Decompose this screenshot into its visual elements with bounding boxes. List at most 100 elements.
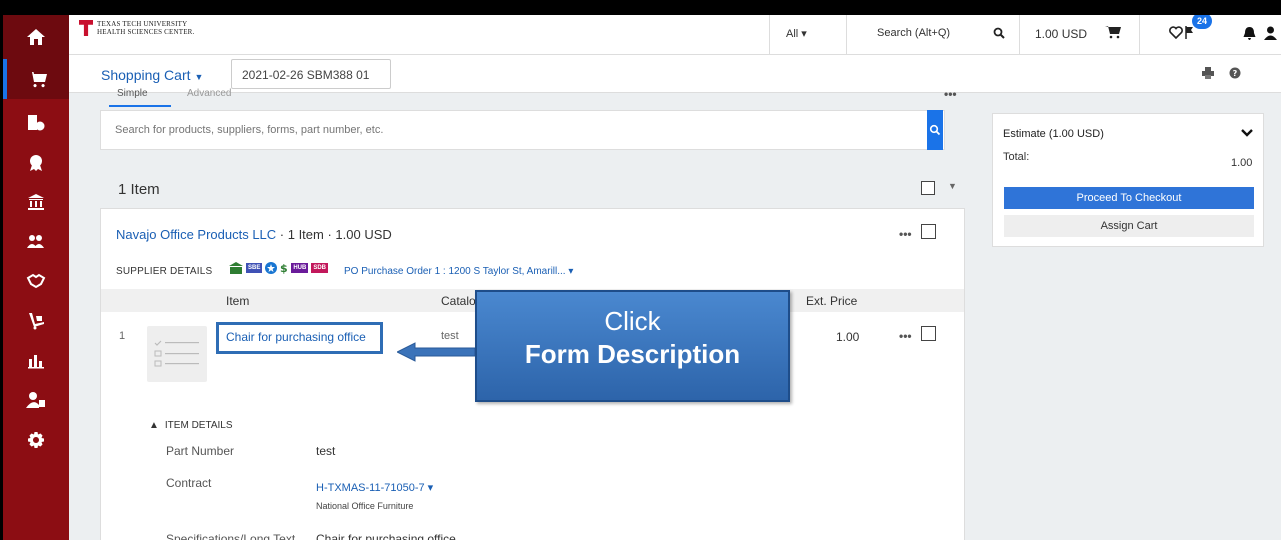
tab-simple[interactable]: Simple	[117, 88, 148, 99]
divider	[769, 15, 770, 55]
search-mode-tabs: Simple Advanced •••	[99, 87, 961, 109]
supplier-actions-icon[interactable]: •••	[899, 227, 912, 241]
setup-nav-item[interactable]	[3, 420, 69, 460]
supplier-header: Navajo Office Products LLC · 1 Item · 1.…	[116, 227, 392, 242]
app-canvas: TEXAS TECH UNIVERSITY HEALTH SCIENCES CE…	[3, 15, 1281, 540]
help-icon[interactable]: ?	[1229, 67, 1241, 79]
heart-icon[interactable]	[1169, 26, 1183, 39]
contracts-nav-item[interactable]	[3, 143, 69, 183]
home-nav-item[interactable]	[3, 15, 69, 59]
ext-price-value: 1.00	[836, 330, 860, 344]
people-group-icon	[27, 235, 44, 248]
cart-total[interactable]: 1.00 USD	[1035, 27, 1087, 41]
receiving-nav-item[interactable]	[3, 301, 69, 341]
line-select-checkbox[interactable]	[921, 326, 936, 341]
accounts-payable-nav-item[interactable]	[3, 182, 69, 222]
proceed-to-checkout-button[interactable]: Proceed To Checkout	[1004, 187, 1254, 209]
cart-icon	[29, 72, 47, 88]
active-tab-indicator	[109, 105, 171, 107]
tab-advanced[interactable]: Advanced	[187, 88, 231, 99]
catalog-value: test	[441, 330, 459, 342]
part-number-value: test	[316, 444, 336, 458]
column-header-ext-price: Ext. Price	[806, 294, 858, 308]
top-bar: TEXAS TECH UNIVERSITY HEALTH SCIENCES CE…	[69, 15, 1281, 55]
select-all-checkbox[interactable]	[921, 181, 935, 195]
divider	[1139, 15, 1140, 55]
spec-value: Chair for purchasing office	[316, 532, 456, 540]
contract-link[interactable]: H-TXMAS-11-71050-7 ▾	[316, 481, 433, 494]
item-details-toggle[interactable]: ▲ ITEM DETAILS	[149, 420, 233, 431]
notification-count-badge[interactable]: 24	[1192, 15, 1213, 29]
page-title: Shopping Cart	[101, 67, 191, 83]
line-actions-icon[interactable]: •••	[899, 329, 912, 343]
supplier-details-label: SUPPLIER DETAILS	[116, 266, 213, 277]
star-badge-icon	[265, 262, 278, 274]
sdb-badge: SDB	[311, 263, 329, 273]
hub-badge: HUB	[291, 263, 309, 273]
logo-line-2: HEALTH SCIENCES CENTER.	[97, 28, 195, 36]
contract-label: Contract	[166, 476, 212, 490]
purchase-order-link[interactable]: PO Purchase Order 1 : 1200 S Taylor St, …	[344, 266, 573, 277]
supplier-group-card: Navajo Office Products LLC · 1 Item · 1.…	[100, 208, 965, 540]
shop-nav-item[interactable]	[3, 59, 69, 99]
estimate-title: Estimate (1.00 USD)	[1003, 128, 1104, 140]
admin-nav-item[interactable]	[3, 380, 69, 420]
item-details-label: ITEM DETAILS	[164, 420, 233, 431]
form-description-link[interactable]: Chair for purchasing office	[226, 330, 366, 344]
bell-icon[interactable]	[1243, 26, 1256, 40]
search-scope-select[interactable]: All ▾	[786, 27, 807, 40]
line-number: 1	[119, 330, 126, 342]
supplier-name-link[interactable]: Navajo Office Products LLC	[116, 227, 276, 242]
chevron-down-icon[interactable]	[1241, 128, 1253, 138]
logo-line-1: TEXAS TECH UNIVERSITY	[97, 20, 188, 28]
spec-label: Specifications/Long Text	[166, 532, 296, 540]
global-search-input[interactable]: Search (Alt+Q)	[877, 27, 950, 39]
contract-name: National Office Furniture	[316, 501, 414, 511]
orders-icon	[28, 115, 45, 131]
callout-line-1: Click	[604, 306, 661, 336]
total-label: Total:	[1003, 151, 1030, 163]
orders-nav-item[interactable]	[3, 103, 69, 143]
part-number-label: Part Number	[166, 444, 235, 458]
sbe-badge: SBE	[246, 263, 263, 273]
assign-cart-button[interactable]: Assign Cart	[1004, 215, 1254, 237]
search-icon[interactable]	[993, 27, 1005, 39]
handshake-icon	[26, 273, 46, 289]
cart-summary-panel: Estimate (1.00 USD) Total: 1.00 Proceed …	[992, 113, 1264, 247]
shopping-cart-menu[interactable]: Shopping Cart ▼	[101, 67, 203, 83]
flag-icon[interactable]	[1185, 26, 1195, 39]
home-icon	[27, 29, 45, 45]
screenshot-frame: TEXAS TECH UNIVERSITY HEALTH SCIENCES CE…	[0, 0, 1281, 540]
reports-nav-item[interactable]	[3, 340, 69, 380]
supplier-badges: SBE $ HUB SDB	[229, 262, 329, 274]
supplier-select-checkbox[interactable]	[921, 224, 936, 239]
gear-icon	[28, 432, 44, 448]
suppliers-nav-item[interactable]	[3, 222, 69, 262]
double-t-logo-icon	[79, 20, 93, 36]
total-value: 1.00	[1231, 157, 1253, 169]
svg-text:$: $	[280, 262, 288, 274]
product-search-input[interactable]	[101, 111, 901, 149]
dollar-icon: $	[280, 262, 288, 274]
column-header-item: Item	[226, 294, 250, 308]
divider	[846, 15, 847, 55]
printer-icon[interactable]	[1202, 67, 1214, 79]
more-options-icon[interactable]: •••	[944, 87, 957, 101]
dolly-icon	[29, 313, 44, 330]
user-lock-icon	[26, 392, 45, 408]
left-nav-rail	[3, 15, 69, 540]
cart-name-field[interactable]: 2021-02-26 SBM388 01	[231, 59, 391, 89]
building-icon	[229, 262, 243, 274]
items-count: 1 Item	[118, 181, 160, 198]
cart-icon[interactable]	[1105, 25, 1121, 39]
chevron-down-icon[interactable]: ▼	[948, 181, 957, 191]
search-button[interactable]	[927, 110, 943, 150]
award-ribbon-icon	[30, 155, 42, 171]
user-profile-icon[interactable]	[1264, 26, 1277, 40]
sourcing-nav-item[interactable]	[3, 261, 69, 301]
chevron-down-icon: ▼	[194, 72, 204, 82]
product-search-box	[100, 110, 945, 150]
pointer-arrow-icon	[397, 342, 475, 362]
supplier-summary: · 1 Item · 1.00 USD	[276, 227, 392, 242]
university-logo[interactable]: TEXAS TECH UNIVERSITY HEALTH SCIENCES CE…	[79, 20, 194, 36]
